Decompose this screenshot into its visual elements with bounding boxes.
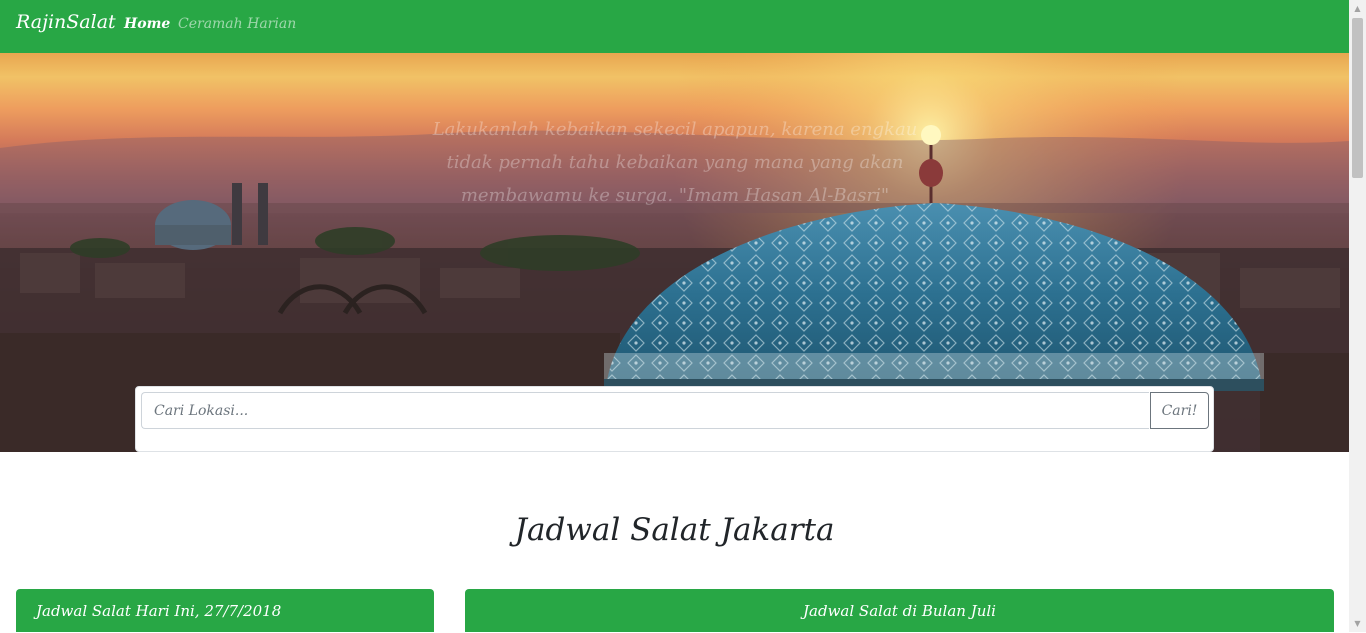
page-title: Jadwal Salat Jakarta <box>514 512 835 548</box>
brand-logo[interactable]: RajinSalat <box>16 11 116 33</box>
nav-link-ceramah-harian[interactable]: Ceramah Harian <box>178 16 296 32</box>
hero-quote: Lakukanlah kebaikan sekecil apapun, kare… <box>432 119 918 206</box>
scroll-down-icon[interactable]: ▼ <box>1349 615 1366 632</box>
scroll-thumb[interactable] <box>1352 18 1363 178</box>
page-scrollbar[interactable]: ▲ ▼ <box>1349 0 1366 632</box>
search-card: Cari! <box>135 386 1214 452</box>
monthly-schedule-header: Jadwal Salat di Bulan Juli <box>465 589 1334 632</box>
nav-link-home[interactable]: Home <box>124 16 170 32</box>
today-schedule-header: Jadwal Salat Hari Ini, 27/7/2018 <box>16 589 434 632</box>
scroll-up-icon[interactable]: ▲ <box>1349 0 1366 17</box>
search-button[interactable]: Cari! <box>1150 392 1209 429</box>
navbar: RajinSalat Home Ceramah Harian <box>0 0 1349 53</box>
location-search-input[interactable] <box>141 392 1149 429</box>
